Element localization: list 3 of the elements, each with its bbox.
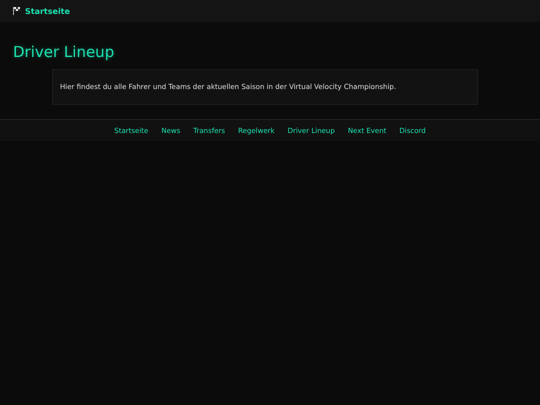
flag-icon: [13, 7, 22, 15]
home-link[interactable]: Startseite: [25, 6, 70, 16]
page-title: Driver Lineup: [13, 43, 116, 61]
